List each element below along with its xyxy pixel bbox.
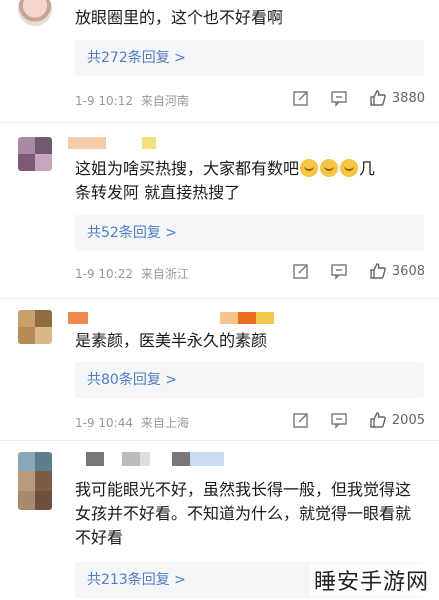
like-button[interactable]: 2005 [368,410,425,430]
laughing-cat-emoji-icon [320,159,339,177]
comment-3: 是素颜，医美半永久的素颜 共80条回复 > 1-9 10:44 来自上海 200… [0,300,439,440]
comment-text-part1: 这姐为啥买热搜，大家都有数吧 [75,159,300,178]
comment-text: 这姐为啥买热搜，大家都有数吧 几 条转发阿 就直接热搜了 [75,157,420,205]
comment-actions: 3880 [292,88,425,108]
reply-count-button[interactable]: 共52条回复 > [75,215,424,251]
username-mask [86,452,224,466]
comment-location: 来自上海 [140,416,189,430]
comment-text: 放眼圈里的，这个也不好看啊 [75,8,284,27]
like-count: 3880 [391,90,425,106]
like-button[interactable]: 3608 [368,261,425,281]
comment-text: 是素颜，医美半永久的素颜 [75,331,268,350]
username-mask [68,312,274,324]
comment-2: 这姐为啥买热搜，大家都有数吧 几 条转发阿 就直接热搜了 共52条回复 > 1-9… [0,125,439,295]
comment-meta: 1-9 10:22 来自浙江 [75,265,189,282]
comment-date: 1-9 10:44 [75,416,133,430]
comment-text-part2: 几 [359,159,376,178]
comment-icon[interactable] [330,89,348,107]
comment-date: 1-9 10:12 [75,94,133,108]
avatar[interactable] [18,0,52,26]
comment-location: 来自浙江 [140,267,189,281]
comment-actions: 3608 [292,261,425,281]
comment-text: 我可能眼光不好，虽然我长得一般，但我觉得这女孩并不好看。不知道为什么，就觉得一眼… [75,480,412,547]
share-icon[interactable] [292,262,310,280]
thumbs-up-icon [370,90,386,106]
reply-count-button[interactable]: 共272条回复 > [75,40,424,76]
share-icon[interactable] [292,89,310,107]
comment-actions: 2005 [292,410,425,430]
comment-date: 1-9 10:22 [75,267,133,281]
avatar[interactable] [18,452,52,510]
thumbs-up-icon [370,412,386,428]
thumbs-up-icon [370,263,386,279]
reply-count-label: 共52条回复 > [87,225,177,241]
laughing-cat-emoji-icon [340,159,359,177]
comment-meta: 1-9 10:12 来自河南 [75,92,189,109]
like-count: 3608 [391,263,425,279]
watermark: 睡安手游网 [309,564,433,596]
divider [0,298,439,299]
comment-location: 来自河南 [140,94,189,108]
reply-count-button[interactable]: 共80条回复 > [75,362,424,398]
reply-count-label: 共272条回复 > [87,50,186,66]
comment-meta: 1-9 10:44 来自上海 [75,414,189,431]
comment-icon[interactable] [330,411,348,429]
reply-count-label: 共80条回复 > [87,372,177,388]
laughing-cat-emoji-icon [300,159,319,177]
divider [0,440,439,441]
reply-count-label: 共213条回复 > [87,572,186,588]
comment-1: 放眼圈里的，这个也不好看啊 共272条回复 > 1-9 10:12 来自河南 3… [0,0,439,120]
like-button[interactable]: 3880 [368,88,425,108]
divider [0,122,439,123]
username-mask [68,137,156,149]
comment-icon[interactable] [330,262,348,280]
like-count: 2005 [391,412,425,428]
comment-text-line2: 条转发阿 就直接热搜了 [75,183,241,202]
avatar[interactable] [18,310,52,344]
share-icon[interactable] [292,411,310,429]
avatar[interactable] [18,137,52,171]
